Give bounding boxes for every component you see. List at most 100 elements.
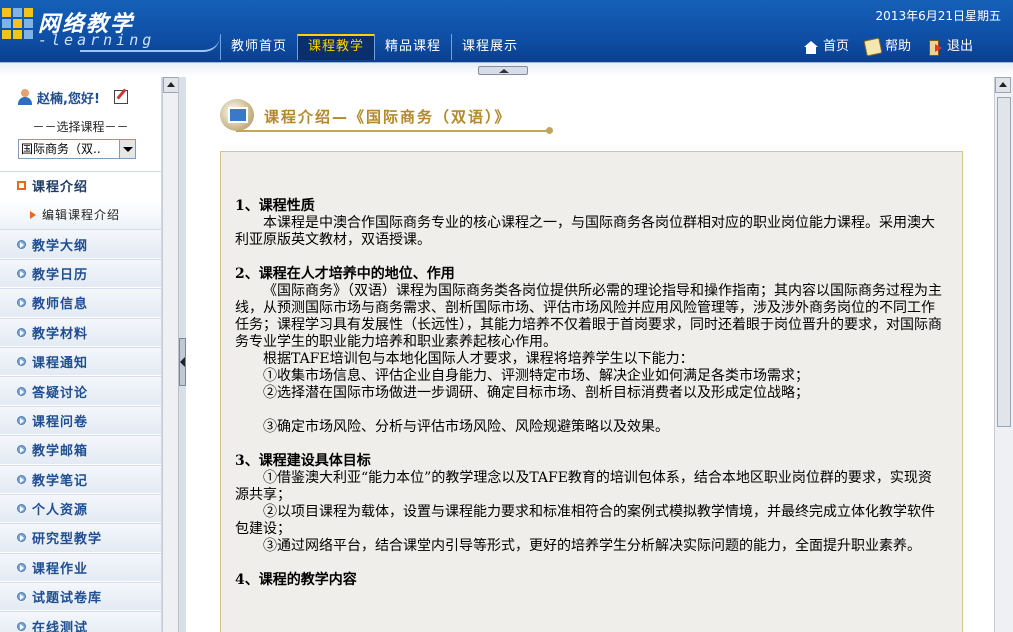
page-title: 课程介绍—《国际商务（双语）》: [264, 108, 512, 126]
home-link-label: 首页: [822, 39, 849, 54]
help-link[interactable]: 帮助: [863, 34, 911, 60]
sidebar-item-qa-discussion[interactable]: 答疑讨论: [0, 376, 161, 406]
sidebar-item-label: 个人资源: [32, 503, 89, 519]
computer-icon: [220, 99, 254, 131]
collapse-sidebar-button[interactable]: [179, 338, 186, 386]
sidebar-item-label: 课程问卷: [32, 414, 89, 430]
page-title-bar: 课程介绍—《国际商务（双语）》: [220, 99, 560, 135]
exit-link-label: 退出: [946, 39, 973, 54]
header-links: 首页 帮助 退出: [803, 34, 973, 60]
sidebar-item-assignments[interactable]: 课程作业: [0, 552, 161, 583]
arrow-bullet-icon: [17, 474, 26, 484]
logo: 网络教学 -learning: [0, 0, 220, 62]
title-underline-dot: [546, 127, 553, 134]
scroll-up-icon[interactable]: [995, 77, 1011, 93]
scroll-up-icon[interactable]: [163, 77, 179, 93]
arrow-bullet-icon: [17, 415, 26, 425]
arrow-bullet-icon: [17, 621, 26, 631]
arrow-bullet-icon: [17, 239, 26, 249]
course-select-value: 国际商务（双..: [21, 142, 101, 156]
sidebar-item-online-test[interactable]: 在线测试: [0, 611, 161, 632]
paragraph: ③确定市场风险、分析与评估市场风险、风险规避策略以及效果。: [263, 419, 669, 435]
sidebar-item-label: 研究型教学: [32, 532, 103, 548]
sidebar-item-label: 课程通知: [32, 356, 89, 372]
paragraph: ②以项目课程为载体，设置与课程能力要求和标准相符合的案例式模拟教学情境，并最终完…: [235, 504, 935, 537]
section-heading: 3、课程建设具体目标: [235, 453, 371, 469]
title-underline: [236, 130, 550, 132]
course-select-label: －－选择课程－－: [32, 120, 129, 134]
sidebar-item-label: 教学日历: [32, 267, 89, 283]
sidebar-item-notes[interactable]: 教学笔记: [0, 464, 161, 494]
exit-link[interactable]: 退出: [927, 34, 973, 60]
chevron-down-icon[interactable]: [119, 140, 135, 158]
sidebar-item-label: 教学笔记: [32, 473, 89, 489]
user-info: 赵楠,您好!: [0, 77, 161, 117]
arrow-bullet-icon: [17, 386, 26, 396]
arrow-bullet-icon: [17, 268, 26, 278]
sidebar-item-label: 教学邮箱: [32, 444, 89, 460]
sidebar-item-mailbox[interactable]: 教学邮箱: [0, 435, 161, 465]
section-heading: 4、课程的教学内容: [235, 572, 357, 588]
help-link-label: 帮助: [884, 39, 911, 54]
sidebar-item-label: 教学大纲: [32, 238, 89, 254]
collapse-header-button[interactable]: [478, 66, 528, 75]
tab-course-showcase[interactable]: 课程展示: [451, 34, 528, 60]
tab-course-teaching[interactable]: 课程教学: [297, 34, 375, 60]
arrow-bullet-icon: [17, 562, 26, 572]
arrow-bullet-icon: [17, 504, 26, 514]
section-heading: 1、课程性质: [235, 198, 315, 214]
sidebar-item-label: 课程作业: [32, 561, 89, 577]
tab-quality-courses[interactable]: 精品课程: [374, 34, 451, 60]
arrow-bullet-icon: [17, 298, 26, 308]
sidebar-item-question-bank[interactable]: 试题试卷库: [0, 582, 161, 612]
sidebar-item-course-intro[interactable]: 课程介绍: [0, 171, 161, 201]
sidebar-item-label: 编辑课程介绍: [42, 208, 121, 223]
sidebar-item-calendar[interactable]: 教学日历: [0, 258, 161, 289]
main-scrollbar[interactable]: [994, 77, 1013, 632]
sidebar-item-teacher-info[interactable]: 教师信息: [0, 288, 161, 318]
left-sidebar: 赵楠,您好! －－选择课程－－ 国际商务（双.. 课程介绍 编辑课程介绍 教学大…: [0, 77, 162, 632]
arrow-bullet-icon: [17, 357, 26, 367]
sidebar-item-label: 课程介绍: [32, 180, 89, 196]
scrollbar-thumb[interactable]: [997, 97, 1011, 427]
course-intro-body: 1、课程性质 本课程是中澳合作国际商务专业的核心课程之一，与国际商务各岗位群相对…: [220, 151, 963, 632]
arrow-bullet-icon: [17, 327, 26, 337]
user-greeting: 赵楠,您好!: [37, 91, 100, 107]
section-heading: 2、课程在人才培养中的地位、作用: [235, 266, 455, 282]
square-bullet-icon: [17, 181, 26, 191]
main-content: 课程介绍—《国际商务（双语）》 1、课程性质 本课程是中澳合作国际商务专业的核心…: [186, 77, 994, 632]
sidebar-item-personal-resources[interactable]: 个人资源: [0, 493, 161, 524]
logo-swoosh: [80, 36, 220, 52]
sidebar-item-syllabus[interactable]: 教学大纲: [0, 229, 161, 259]
paragraph: ①收集市场信息、评估企业自身能力、评测特定市场、解决企业如何满足各类市场需求；: [263, 368, 809, 384]
sidebar-item-notices[interactable]: 课程通知: [0, 346, 161, 377]
paragraph: 《国际商务》（双语）课程为国际商务类各岗位提供所必需的理论指导和操作指南；其内容…: [235, 283, 942, 350]
sidebar-scrollbar[interactable]: [162, 77, 179, 632]
paragraph: 根据TAFE培训包与本地化国际人才要求，课程将培养学生以下能力：: [263, 351, 694, 367]
help-icon: [863, 37, 883, 57]
date-display: 2013年6月21日星期五: [875, 9, 1001, 23]
sidebar-item-label: 教学材料: [32, 326, 89, 342]
sidebar-menu: 课程介绍 编辑课程介绍 教学大纲 教学日历 教师信息 教学材料 课程通知 答疑讨…: [0, 171, 161, 632]
home-icon: [803, 39, 819, 55]
sidebar-item-materials[interactable]: 教学材料: [0, 317, 161, 347]
course-select[interactable]: 国际商务（双..: [18, 139, 136, 159]
sidebar-item-label: 答疑讨论: [32, 385, 89, 401]
sidebar-item-label: 在线测试: [32, 620, 89, 632]
sidebar-item-questionnaire[interactable]: 课程问卷: [0, 405, 161, 436]
triangle-right-icon: [30, 210, 36, 219]
edit-profile-icon[interactable]: [113, 90, 128, 104]
paragraph: ②选择潜在国际市场做进一步调研、确定目标市场、剖析目标消费者以及形成定位战略；: [263, 385, 809, 401]
logo-grid-icon: [2, 8, 34, 48]
tab-teacher-home[interactable]: 教师首页: [220, 34, 297, 60]
home-link[interactable]: 首页: [803, 34, 849, 60]
sidebar-subitem-edit-intro[interactable]: 编辑课程介绍: [0, 200, 161, 230]
sidebar-item-research-teaching[interactable]: 研究型教学: [0, 523, 161, 553]
user-icon: [17, 89, 33, 105]
paragraph: ①借鉴澳大利亚“能力本位”的教学理念以及TAFE教育的培训包体系，结合本地区职业…: [235, 470, 932, 503]
paragraph: 本课程是中澳合作国际商务专业的核心课程之一，与国际商务各岗位群相对应的职业岗位能…: [235, 215, 935, 248]
